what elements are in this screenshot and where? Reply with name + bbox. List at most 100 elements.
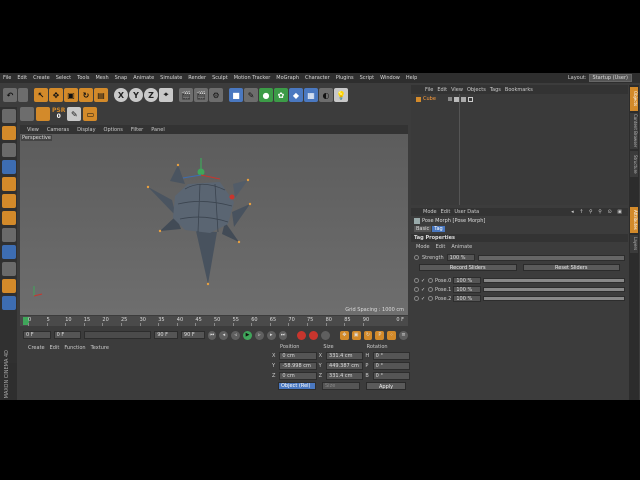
attribute-nav-icons[interactable]: ◂ ↑ ⚲ ⚲ ⊙ ▣	[571, 209, 624, 215]
floor-icon[interactable]: ▦	[304, 88, 318, 102]
objects-menu-edit[interactable]: Edit	[437, 87, 447, 93]
pose-morph-tag-icon[interactable]	[453, 96, 459, 102]
pose-keyframe-icon[interactable]	[428, 296, 433, 301]
param-key-icon[interactable]: P	[375, 330, 385, 340]
pose-keyframe-icon[interactable]	[428, 278, 433, 283]
viewport-menu-cameras[interactable]: Cameras	[44, 127, 72, 133]
cube-primitive-icon[interactable]: ■	[229, 88, 243, 102]
goto-start-icon[interactable]: ⏮	[207, 330, 217, 340]
y-axis-lock-icon[interactable]: Y	[129, 88, 143, 102]
size-y-field[interactable]: 449.387 cm	[326, 362, 364, 370]
rotate-icon[interactable]: ↻	[79, 88, 93, 102]
spline-pen-icon[interactable]: ✎	[244, 88, 258, 102]
pose-visibility-icon[interactable]	[414, 278, 419, 283]
objects-menu-bookmarks[interactable]: Bookmarks	[505, 87, 533, 93]
strength-field[interactable]: 100 %	[446, 254, 475, 261]
prev-frame-icon[interactable]: ◃	[231, 330, 241, 340]
size-x-field[interactable]: 331.4 cm	[326, 352, 364, 360]
scale-icon[interactable]: ▣	[64, 88, 78, 102]
lock-icon[interactable]	[1, 296, 16, 310]
position-y-field[interactable]: -58.998 cm	[279, 362, 317, 370]
viewport-menu-panel[interactable]: Panel	[148, 127, 168, 133]
array-icon[interactable]: ✿	[274, 88, 288, 102]
move-icon[interactable]: ✥	[49, 88, 63, 102]
workplane-icon[interactable]: ▭	[83, 107, 98, 121]
material-menu-edit[interactable]: Edit	[50, 345, 60, 351]
tab-tag[interactable]: Tag	[432, 226, 445, 232]
points-mode-icon[interactable]	[1, 160, 16, 174]
preview-end-field[interactable]: 90 F	[180, 331, 205, 339]
menu-window[interactable]: Window	[377, 75, 403, 81]
render-settings-icon[interactable]: ⚙	[209, 88, 223, 102]
strength-slider[interactable]	[477, 254, 625, 261]
spiky-mesh[interactable]	[20, 134, 408, 315]
recent-tool-icon[interactable]: ▤	[94, 88, 108, 102]
timeline-ruler[interactable]: 0 5 10 15 20 25 30 35 40 45 50 55 60 65 70 75 80 85 90 0 F	[20, 316, 408, 326]
edges-mode-icon[interactable]	[1, 177, 16, 191]
render-view-icon[interactable]: 🎬	[179, 88, 193, 102]
apply-button[interactable]: Apply	[366, 382, 407, 390]
redo-icon[interactable]	[18, 88, 28, 102]
model-mode-icon[interactable]	[1, 109, 16, 123]
layout-dropdown[interactable]: Startup (User)	[588, 74, 632, 82]
pose-enable-checkbox[interactable]: ✓	[421, 287, 426, 293]
tweak-mode-icon[interactable]	[1, 245, 16, 259]
position-key-icon[interactable]: ✥	[339, 330, 349, 340]
axis-mode-icon[interactable]	[1, 228, 16, 242]
attribute-menu-user-data[interactable]: User Data	[454, 209, 479, 215]
record-icon[interactable]	[297, 330, 307, 340]
objects-menu-objects[interactable]: Objects	[467, 87, 486, 93]
viewport-menu-options[interactable]: Options	[101, 127, 126, 133]
rotation-key-icon[interactable]: ↻	[363, 330, 373, 340]
start-frame-field[interactable]: 0 F	[53, 331, 82, 339]
coordinate-system-icon[interactable]: ⌖	[159, 88, 173, 102]
psr-indicator[interactable]: PSR 0	[52, 108, 65, 120]
menu-render[interactable]: Render	[185, 75, 209, 81]
preview-range-slider[interactable]	[84, 331, 152, 339]
play-icon[interactable]: ▶	[243, 330, 252, 340]
pose-enable-checkbox[interactable]: ✓	[421, 278, 426, 284]
rotation-p-field[interactable]: 0 °	[372, 362, 410, 370]
pose-keyframe-icon[interactable]	[428, 287, 433, 292]
pose-enable-checkbox[interactable]: ✓	[421, 296, 426, 302]
prev-key-icon[interactable]: ◂	[219, 330, 229, 340]
deformer-icon[interactable]: ◆	[289, 88, 303, 102]
menu-mograph[interactable]: MoGraph	[273, 75, 302, 81]
workplane-mode-icon[interactable]	[1, 279, 16, 293]
menu-simulate[interactable]: Simulate	[157, 75, 185, 81]
record-sliders-button[interactable]: Record Sliders	[419, 264, 517, 271]
timeline-menu-icon[interactable]: ≡	[399, 330, 408, 340]
object-row-cube[interactable]: Cube	[411, 95, 628, 103]
attribute-menu-mode[interactable]: Mode	[423, 209, 437, 215]
material-menu-function[interactable]: Function	[64, 345, 85, 351]
menu-file[interactable]: File	[0, 75, 14, 81]
menu-help[interactable]: Help	[403, 75, 420, 81]
make-editable-icon[interactable]	[20, 107, 34, 121]
next-frame-icon[interactable]: ▹	[254, 330, 264, 340]
brush-icon[interactable]: ✎	[67, 107, 82, 121]
tab-objects[interactable]: Objects	[630, 87, 638, 111]
texture-mode-icon[interactable]	[1, 126, 16, 140]
pose-strength-field[interactable]: 100 %	[453, 295, 482, 302]
undo-icon[interactable]: ↶	[3, 88, 17, 102]
pose-visibility-icon[interactable]	[414, 287, 419, 292]
menu-animate[interactable]: Animate	[130, 75, 157, 81]
camera-icon[interactable]: ◐	[319, 88, 333, 102]
tab-content-browser[interactable]: Content Browser	[630, 113, 638, 149]
select-icon[interactable]: ↖	[34, 88, 48, 102]
menu-snap[interactable]: Snap	[112, 75, 131, 81]
phong-tag-icon[interactable]	[460, 96, 466, 102]
autokey-icon[interactable]	[309, 330, 319, 340]
uv-mode-icon[interactable]	[1, 211, 16, 225]
object-mode-icon[interactable]	[1, 143, 16, 157]
pose-strength-field[interactable]: 100 %	[453, 277, 482, 284]
pose-strength-slider[interactable]	[483, 296, 625, 301]
tab-attributes[interactable]: Attributes	[630, 207, 638, 233]
tab-basic[interactable]: Basic	[414, 226, 432, 232]
pose-strength-field[interactable]: 100 %	[453, 286, 482, 293]
menu-mesh[interactable]: Mesh	[92, 75, 111, 81]
subdivision-icon[interactable]: ●	[259, 88, 273, 102]
light-icon[interactable]: 💡	[334, 88, 348, 102]
menu-motion-tracker[interactable]: Motion Tracker	[231, 75, 274, 81]
size-z-field[interactable]: 331.4 cm	[326, 372, 364, 380]
